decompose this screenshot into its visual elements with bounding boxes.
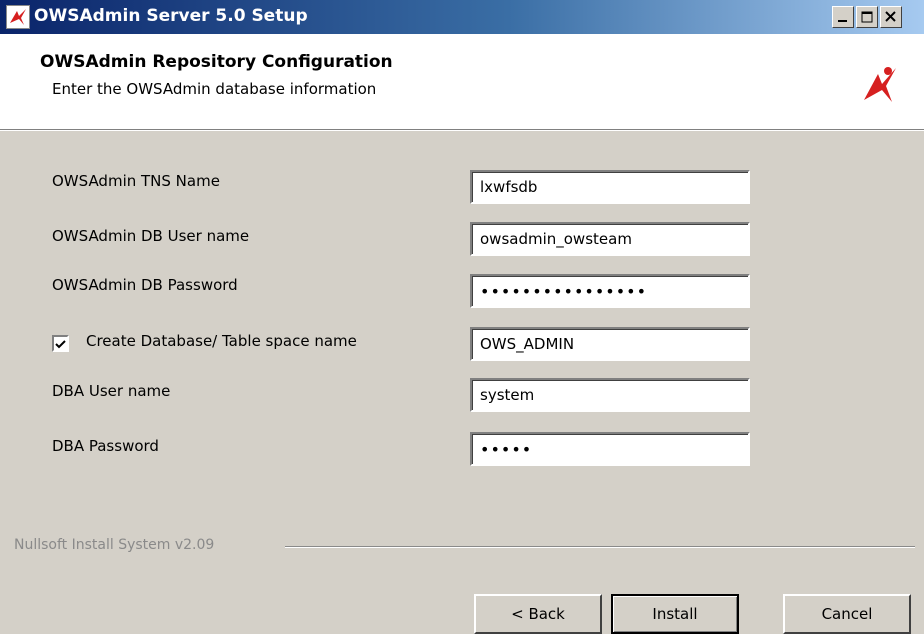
app-icon (6, 5, 30, 29)
create-database-checkbox[interactable] (52, 335, 69, 352)
install-button[interactable]: Install (611, 594, 739, 634)
db-password-input[interactable] (470, 274, 750, 308)
close-button[interactable] (880, 6, 902, 28)
owsadmin-logo-icon (864, 67, 896, 102)
footer-divider (285, 546, 915, 548)
tablespace-name-input[interactable] (470, 327, 750, 361)
dba-password-input[interactable] (470, 432, 750, 466)
maximize-button[interactable] (856, 6, 878, 28)
cancel-button[interactable]: Cancel (783, 594, 911, 634)
dba-user-label: DBA User name (52, 382, 171, 400)
dba-user-input[interactable] (470, 378, 750, 412)
title-bar[interactable]: OWSAdmin Server 5.0 Setup (0, 0, 924, 34)
db-user-label: OWSAdmin DB User name (52, 227, 250, 245)
minimize-button[interactable] (832, 6, 854, 28)
create-database-label[interactable]: Create Database/ Table space name (86, 332, 357, 350)
db-user-input[interactable] (470, 222, 750, 256)
db-password-label: OWSAdmin DB Password (52, 276, 238, 294)
tns-name-input[interactable] (470, 170, 750, 204)
nsis-branding: Nullsoft Install System v2.09 (14, 537, 215, 553)
page-title: OWSAdmin Repository Configuration (40, 52, 393, 72)
tns-name-label: OWSAdmin TNS Name (52, 172, 220, 190)
page-subtitle: Enter the OWSAdmin database information (52, 80, 377, 98)
dba-password-label: DBA Password (52, 437, 159, 455)
checkmark-icon (55, 340, 66, 349)
back-button[interactable]: < Back (474, 594, 602, 634)
window-title: OWSAdmin Server 5.0 Setup (34, 6, 308, 26)
